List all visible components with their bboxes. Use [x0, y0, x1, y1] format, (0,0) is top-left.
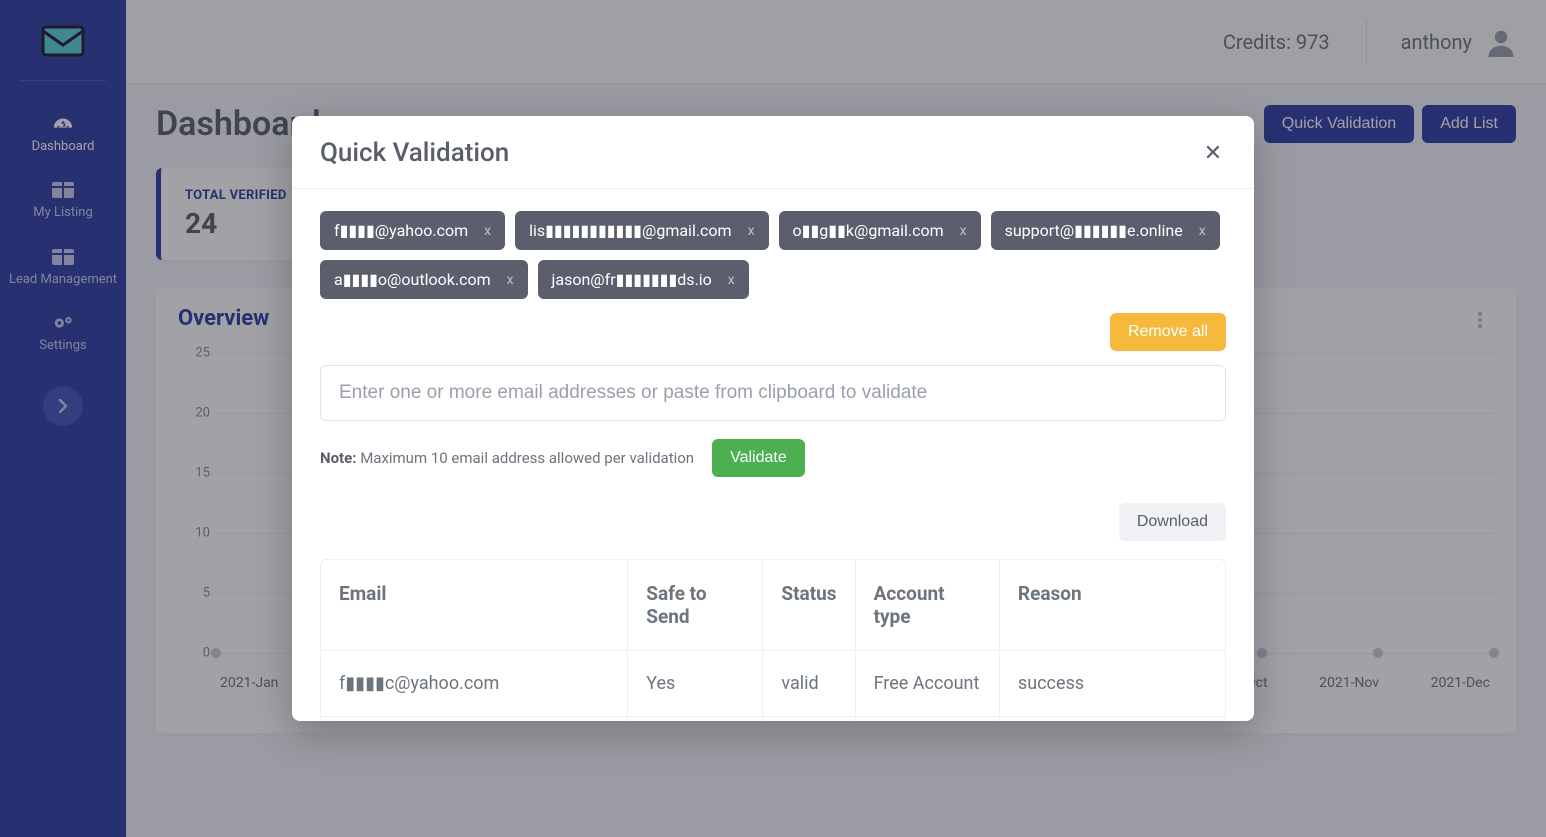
modal-title: Quick Validation: [320, 138, 509, 168]
remove-all-button[interactable]: Remove all: [1110, 313, 1226, 351]
table-row: f▮▮▮▮c@yahoo.comYesvalidFree Accountsucc…: [321, 651, 1225, 717]
chip-label: f▮▮▮▮@yahoo.com: [334, 221, 468, 240]
modal-body: f▮▮▮▮@yahoo.comxlis▮▮▮▮▮▮▮▮▮▮▮@gmail.com…: [292, 189, 1254, 721]
chip-remove-icon[interactable]: x: [507, 272, 514, 288]
th-safe: Safe to Send: [628, 560, 763, 651]
download-row: Download: [320, 503, 1226, 541]
email-input[interactable]: [320, 365, 1226, 421]
email-chip: lis▮▮▮▮▮▮▮▮▮▮▮@gmail.com x: [515, 211, 768, 250]
chip-label: lis▮▮▮▮▮▮▮▮▮▮▮@gmail.com: [529, 221, 732, 240]
th-status: Status: [763, 560, 855, 651]
cell-reason: invalid email address: [1000, 717, 1225, 721]
note-row: Note: Maximum 10 email address allowed p…: [320, 439, 1226, 477]
chip-label: a▮▮▮▮o@outlook.com: [334, 270, 491, 289]
table-header-row: Email Safe to Send Status Account type R…: [321, 560, 1225, 651]
cell-account: Free Account: [856, 651, 1000, 717]
chip-label: support@▮▮▮▮▮▮e.online: [1005, 221, 1183, 240]
th-email: Email: [321, 560, 628, 651]
chip-remove-icon[interactable]: x: [748, 223, 755, 239]
modal-overlay[interactable]: Quick Validation ✕ f▮▮▮▮@yahoo.comxlis▮▮…: [0, 0, 1546, 837]
validate-button[interactable]: Validate: [712, 439, 805, 477]
quick-validation-modal: Quick Validation ✕ f▮▮▮▮@yahoo.comxlis▮▮…: [292, 116, 1254, 721]
modal-header: Quick Validation ✕: [292, 116, 1254, 189]
download-button[interactable]: Download: [1119, 503, 1226, 541]
chip-remove-icon[interactable]: x: [728, 272, 735, 288]
results-table: Email Safe to Send Status Account type R…: [320, 559, 1226, 721]
email-chip: o▮▮g▮▮k@gmail.com x: [779, 211, 981, 250]
chip-label: o▮▮g▮▮k@gmail.com: [793, 221, 944, 240]
cell-safe: No: [628, 717, 763, 721]
modal-close-button[interactable]: ✕: [1200, 140, 1226, 166]
cell-email: lis▮▮▮▮▮▮▮▮▮▮▮▮▮▮@gmail.com: [321, 717, 628, 721]
cell-email: f▮▮▮▮c@yahoo.com: [321, 651, 628, 717]
th-account: Account type: [856, 560, 1000, 651]
email-chip: support@▮▮▮▮▮▮e.online x: [991, 211, 1220, 250]
th-reason: Reason: [1000, 560, 1225, 651]
cell-reason: success: [1000, 651, 1225, 717]
email-chip: a▮▮▮▮o@outlook.com x: [320, 260, 528, 299]
chip-label: jason@fr▮▮▮▮▮▮▮ds.io: [552, 270, 712, 289]
email-chip: f▮▮▮▮@yahoo.com x: [320, 211, 505, 250]
cell-account: Free Account: [856, 717, 1000, 721]
cell-status: valid: [763, 651, 855, 717]
remove-all-row: Remove all: [320, 313, 1226, 351]
chip-remove-icon[interactable]: x: [1199, 223, 1206, 239]
close-icon: ✕: [1204, 141, 1222, 166]
note-text: Note: Maximum 10 email address allowed p…: [320, 449, 694, 467]
cell-status: invalid: [763, 717, 855, 721]
chip-remove-icon[interactable]: x: [484, 223, 491, 239]
table-row: lis▮▮▮▮▮▮▮▮▮▮▮▮▮▮@gmail.comNoinvalidFree…: [321, 717, 1225, 721]
email-chip: jason@fr▮▮▮▮▮▮▮ds.io x: [538, 260, 749, 299]
chip-remove-icon[interactable]: x: [960, 223, 967, 239]
email-chips: f▮▮▮▮@yahoo.comxlis▮▮▮▮▮▮▮▮▮▮▮@gmail.com…: [320, 211, 1226, 299]
cell-safe: Yes: [628, 651, 763, 717]
